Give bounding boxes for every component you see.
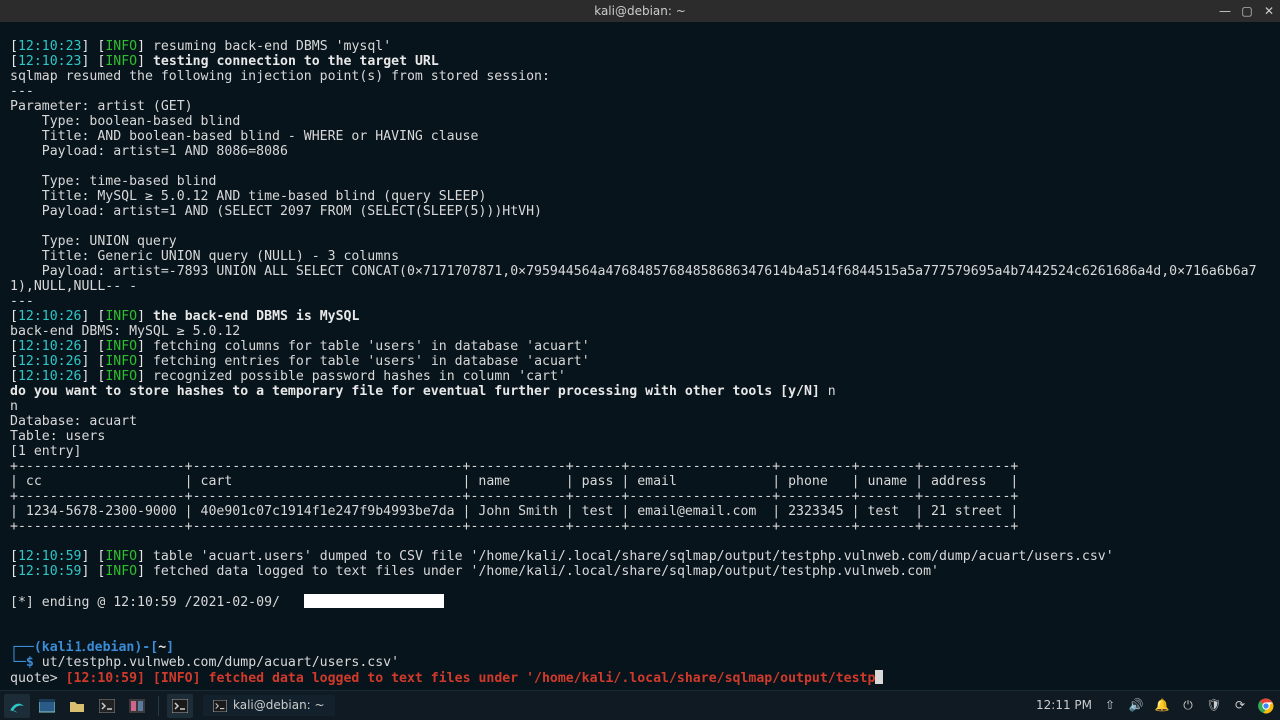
chrome-icon[interactable]: [1258, 698, 1274, 714]
close-button[interactable]: ✕: [1261, 4, 1277, 19]
upload-tray-icon[interactable]: ⇧: [1102, 698, 1118, 713]
terminal-output[interactable]: [12:10:23] [INFO] resuming back-end DBMS…: [0, 22, 1280, 686]
table-border: +---------------------+-----------------…: [10, 519, 1018, 534]
taskbar-task-label: kali@debian: ~: [233, 698, 325, 713]
terminal-running-icon[interactable]: [167, 694, 193, 718]
table-border: +---------------------+-----------------…: [10, 459, 1018, 474]
security-icon[interactable]: 🛡: [1206, 698, 1222, 713]
terminal-icon[interactable]: [94, 694, 120, 718]
table-border: +---------------------+-----------------…: [10, 489, 1018, 504]
taskbar-task[interactable]: kali@debian: ~: [203, 695, 335, 716]
table-row: | 1234-5678-2300-9000 | 40e901c07c1914f1…: [10, 504, 1018, 519]
minimize-button[interactable]: —: [1217, 4, 1233, 19]
window-titlebar: kali@debian: ~ — ▢ ✕: [0, 0, 1280, 22]
selection-highlight: [304, 594, 444, 608]
show-desktop-icon[interactable]: [34, 694, 60, 718]
terminal-cursor: [875, 670, 883, 684]
command-input[interactable]: ut/testphp.vulnweb.com/dump/acuart/users…: [42, 655, 399, 670]
clock[interactable]: 12:11 PM: [1036, 698, 1092, 713]
volume-icon[interactable]: 🔊: [1128, 698, 1144, 713]
maximize-button[interactable]: ▢: [1239, 4, 1255, 19]
file-manager-icon[interactable]: [64, 694, 90, 718]
editor-icon[interactable]: [124, 694, 150, 718]
window-title: kali@debian: ~: [594, 4, 686, 19]
notification-icon[interactable]: 🔔: [1154, 698, 1170, 713]
taskbar: kali@debian: ~ 12:11 PM ⇧ 🔊 🔔 ⏻ 🛡 ⟳: [0, 690, 1280, 720]
sync-icon[interactable]: ⟳: [1232, 698, 1248, 713]
table-header: | cc | cart | name | pass | email | phon…: [10, 474, 1018, 489]
kali-menu-icon[interactable]: [4, 694, 30, 718]
network-icon[interactable]: ⏻: [1180, 698, 1196, 713]
